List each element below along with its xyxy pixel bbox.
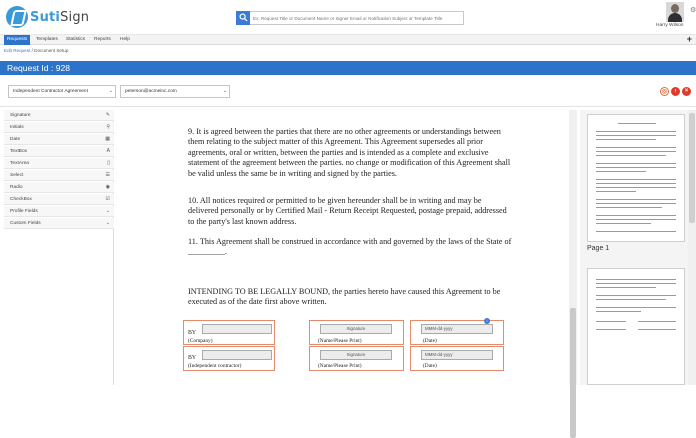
page-thumbnail-2[interactable]	[587, 268, 685, 385]
contractor-name-box[interactable]: Signature (Name/Please Print)	[309, 346, 404, 371]
field-custom-fields[interactable]: Custom Fields ⌄	[4, 218, 114, 229]
page-label: Page 1	[587, 245, 610, 252]
page-title: Request Id : 928	[7, 63, 71, 73]
paragraph-9: 9. It is agreed between the parties that…	[188, 127, 511, 178]
field-profile-fields[interactable]: Profile Fields ⌄	[4, 206, 114, 217]
next-icon[interactable]: ›	[671, 87, 680, 96]
signer-select[interactable]: peterson@acmeinc.com ⌄	[120, 85, 230, 98]
field-label: Initials	[10, 125, 24, 130]
signer-select-value: peterson@acmeinc.com	[125, 89, 177, 94]
by-label: BY	[188, 355, 197, 361]
field-textbox[interactable]: TextBox A	[4, 146, 114, 157]
user-name: Harry Wilson	[656, 23, 684, 28]
intending-clause: INTENDING TO BE LEGALLY BOUND, the parti…	[188, 287, 501, 307]
close-icon[interactable]: ×	[682, 87, 691, 96]
date-input[interactable]: MMM-dd-yyyy	[421, 324, 493, 334]
company-name-box[interactable]: Signature (Name/Please Print)	[309, 320, 404, 345]
contractor-signature-input[interactable]	[202, 350, 272, 360]
date-label: (Date)	[423, 338, 437, 344]
menu-item-templates[interactable]: Templates	[36, 35, 58, 45]
field-label: Custom Fields	[10, 221, 41, 226]
preview-icon[interactable]: ◎	[660, 87, 669, 96]
name-print-label: (Name/Please Print)	[318, 363, 362, 369]
info-icon[interactable]: i	[484, 318, 490, 324]
document-scrollbar[interactable]	[569, 110, 577, 438]
date-label: (Date)	[423, 363, 437, 369]
by-label: BY	[188, 330, 197, 336]
radio-icon: ◉	[105, 184, 110, 190]
list-icon: ☰	[105, 172, 110, 178]
field-checkbox[interactable]: CheckBox ☑	[4, 194, 114, 205]
field-select[interactable]: Select ☰	[4, 170, 114, 181]
scrollbar-thumb[interactable]	[689, 113, 695, 223]
chevron-down-icon: ⌄	[222, 88, 227, 94]
search-icon[interactable]	[236, 10, 250, 25]
menu-item-help[interactable]: Help	[120, 35, 130, 45]
name-print-label: (Name/Please Print)	[318, 338, 362, 344]
add-icon[interactable]: +	[687, 34, 692, 44]
scrollbar-thumb[interactable]	[570, 308, 576, 438]
field-label: Signature	[10, 113, 31, 118]
avatar[interactable]	[666, 2, 684, 22]
field-signature[interactable]: Signature ✎	[4, 110, 114, 121]
field-palette: Signature ✎ Initials ⚲ Date ▦ TextBox A Text…	[4, 110, 114, 385]
document-select[interactable]: Independent Contractor Agreement ⌄	[8, 85, 116, 98]
top-header: SutiSign Harry Wilson ⚙	[0, 0, 696, 34]
title-bar: Request Id : 928	[0, 61, 696, 75]
breadcrumb-separator: /	[31, 48, 33, 53]
contractor-label: (Independent contractor)	[188, 363, 242, 369]
field-label: CheckBox	[10, 197, 32, 202]
breadcrumb: Edit Request / Document Setup	[4, 48, 68, 53]
document-select-value: Independent Contractor Agreement	[13, 89, 88, 94]
logo-mark-icon	[6, 6, 28, 28]
signature-button[interactable]: Signature	[320, 324, 392, 334]
contractor-date-box[interactable]: MMM-dd-yyyy (Date)	[410, 346, 504, 371]
textarea-icon: ▯	[107, 160, 110, 166]
calendar-icon: ▦	[105, 136, 110, 142]
logo-text: SutiSign	[30, 9, 90, 25]
selector-row: Independent Contractor Agreement ⌄ peter…	[0, 75, 696, 107]
gear-icon[interactable]: ⚙	[690, 6, 696, 14]
company-label: (Company)	[188, 338, 213, 344]
menu-item-reports[interactable]: Reports	[94, 35, 111, 45]
thumbnail-scrollbar[interactable]	[688, 110, 696, 385]
field-label: TextArea	[10, 161, 29, 166]
signature-button[interactable]: Signature	[320, 350, 392, 360]
field-label: Select	[10, 173, 24, 178]
paragraph-11: 11. This Agreement shall be construed in…	[188, 237, 512, 257]
text-icon: A	[106, 148, 110, 154]
user-menu[interactable]: Harry Wilson	[656, 2, 690, 30]
field-initials[interactable]: Initials ⚲	[4, 122, 114, 133]
field-textarea[interactable]: TextArea ▯	[4, 158, 114, 169]
company-signature-box[interactable]: BY (Company)	[183, 320, 275, 345]
paragraph-10: 10. All notices required or permitted to…	[188, 196, 507, 226]
checkbox-icon: ☑	[105, 196, 110, 202]
menu-item-statistics[interactable]: Statistics	[66, 35, 85, 45]
main-menu: Requests Templates Statistics Reports He…	[0, 34, 696, 45]
chevron-down-icon: ⌄	[105, 220, 110, 226]
company-signature-input[interactable]	[202, 324, 272, 334]
app-logo[interactable]: SutiSign	[6, 6, 89, 28]
field-label: Radio	[10, 185, 23, 190]
contractor-signature-box[interactable]: BY (Independent contractor)	[183, 346, 275, 371]
date-input[interactable]: MMM-dd-yyyy	[421, 350, 493, 360]
search-input[interactable]	[250, 12, 460, 24]
menu-item-requests[interactable]: Requests	[4, 35, 31, 45]
company-date-box[interactable]: MMM-dd-yyyy (Date) i	[410, 318, 504, 345]
field-radio[interactable]: Radio ◉	[4, 182, 114, 193]
field-date[interactable]: Date ▦	[4, 134, 114, 145]
chevron-down-icon: ⌄	[108, 88, 113, 94]
search-bar	[236, 10, 464, 25]
field-label: Profile Fields	[10, 209, 38, 214]
chevron-down-icon: ⌄	[105, 208, 110, 214]
pen-icon: ✎	[105, 112, 110, 118]
field-label: TextBox	[10, 149, 28, 154]
page-thumbnail-1[interactable]	[587, 114, 685, 242]
breadcrumb-edit-request[interactable]: Edit Request	[4, 48, 30, 53]
search-icon: ⚲	[106, 124, 110, 130]
field-label: Date	[10, 137, 21, 142]
breadcrumb-current: Document Setup	[34, 48, 69, 53]
